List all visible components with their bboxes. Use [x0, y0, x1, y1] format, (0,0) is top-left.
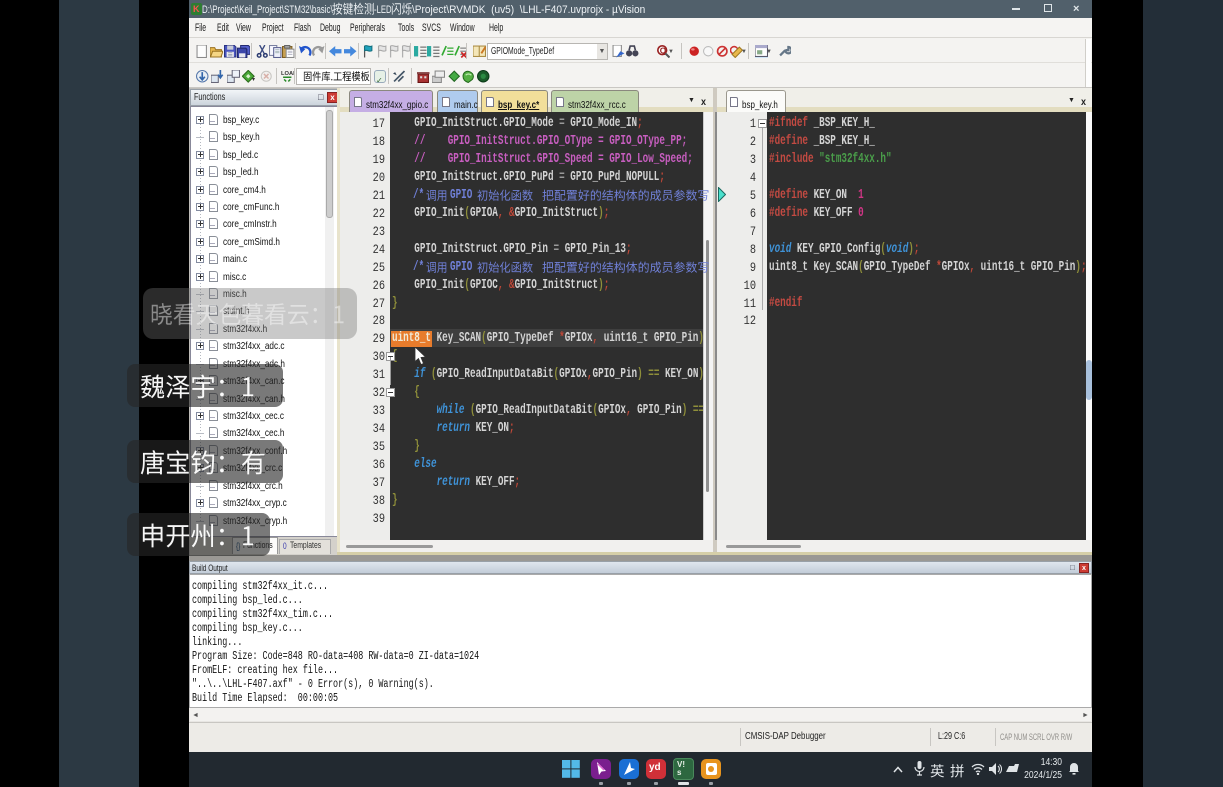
svg-text:LOAD: LOAD: [281, 71, 294, 77]
